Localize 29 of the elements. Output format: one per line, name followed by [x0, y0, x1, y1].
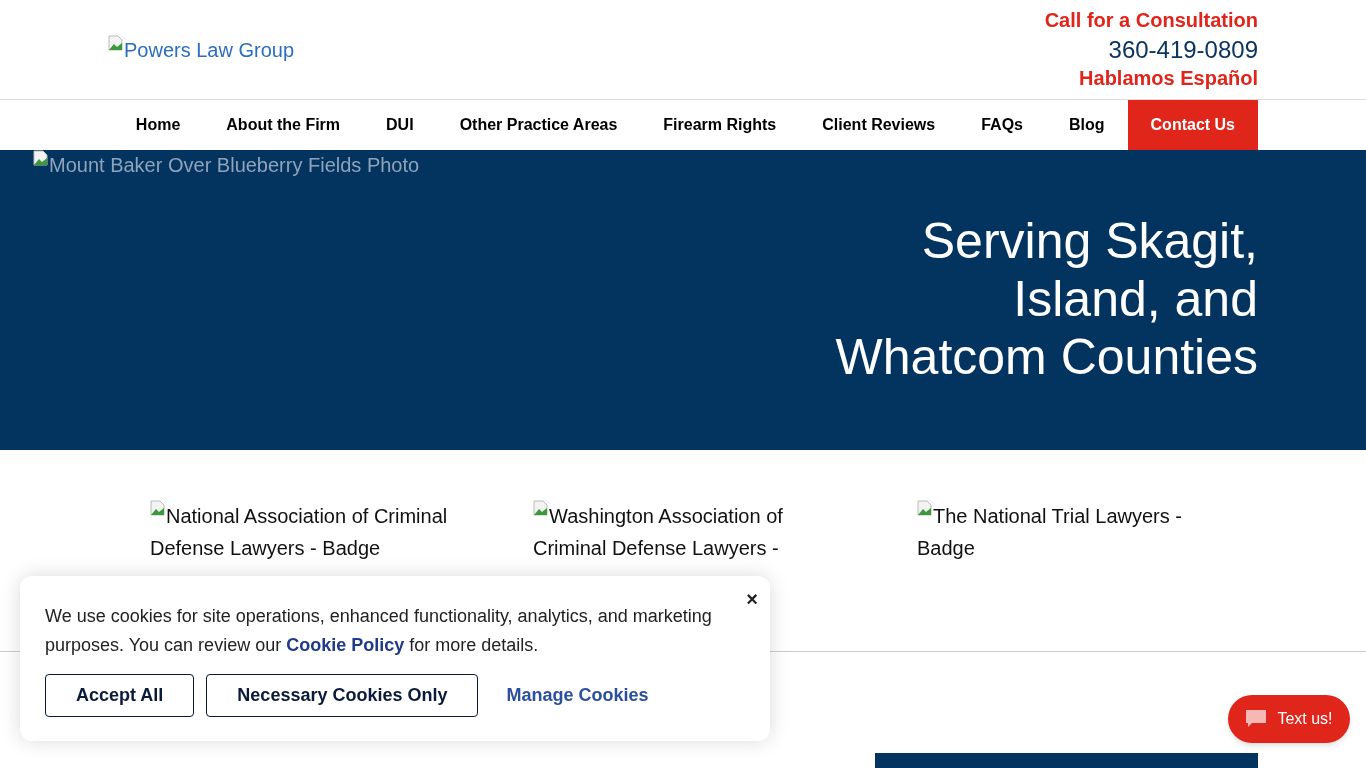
phone-link[interactable]: 360-419-0809 — [1108, 35, 1258, 64]
broken-image-icon — [33, 150, 49, 166]
broken-image-icon — [917, 500, 933, 516]
nav-link[interactable]: Blog — [1046, 100, 1128, 150]
chat-bubble-icon — [1245, 709, 1268, 729]
close-button[interactable]: × — [746, 584, 758, 614]
nav-link[interactable]: About the Firm — [203, 100, 364, 150]
nav-link[interactable]: Contact Us — [1127, 100, 1258, 150]
cookie-policy-link[interactable]: Cookie Policy — [286, 635, 405, 655]
text-us-button[interactable]: Text us! — [1228, 695, 1350, 743]
broken-image-icon — [108, 34, 124, 51]
hero-heading: Serving Skagit, Island, and Whatcom Counties — [835, 212, 1258, 387]
consultation-label: Call for a Consultation — [1044, 8, 1258, 33]
manage-cookies-link[interactable]: Manage Cookies — [506, 682, 649, 709]
nav-link[interactable]: Other Practice Areas — [436, 100, 641, 150]
nav-link[interactable]: Firearm Rights — [640, 100, 800, 150]
nav-link[interactable]: Client Reviews — [799, 100, 959, 150]
logo-image[interactable]: Powers Law Group — [108, 34, 295, 65]
cookie-button[interactable]: Necessary Cookies Only — [206, 674, 479, 717]
broken-image-icon — [533, 500, 549, 516]
nav-link[interactable]: Home — [112, 100, 204, 150]
broken-image-icon — [150, 500, 166, 516]
nav-link[interactable]: FAQs — [958, 100, 1046, 150]
badge-image-alt: The National Trial Lawyers - Badge — [917, 500, 1192, 651]
spanish-label: Hablamos Español — [1079, 66, 1258, 91]
cookie-button[interactable]: Accept All — [45, 674, 195, 717]
nav-link[interactable]: DUI — [363, 100, 437, 150]
cookie-notice: We use cookies for site operations, enhanced functionality, analytics, and marketing purposes. You can review our Cookie Policy for more details. — [45, 605, 713, 657]
hero-image-alt: Mount Baker Over Blueberry Fields Photo — [33, 150, 420, 180]
